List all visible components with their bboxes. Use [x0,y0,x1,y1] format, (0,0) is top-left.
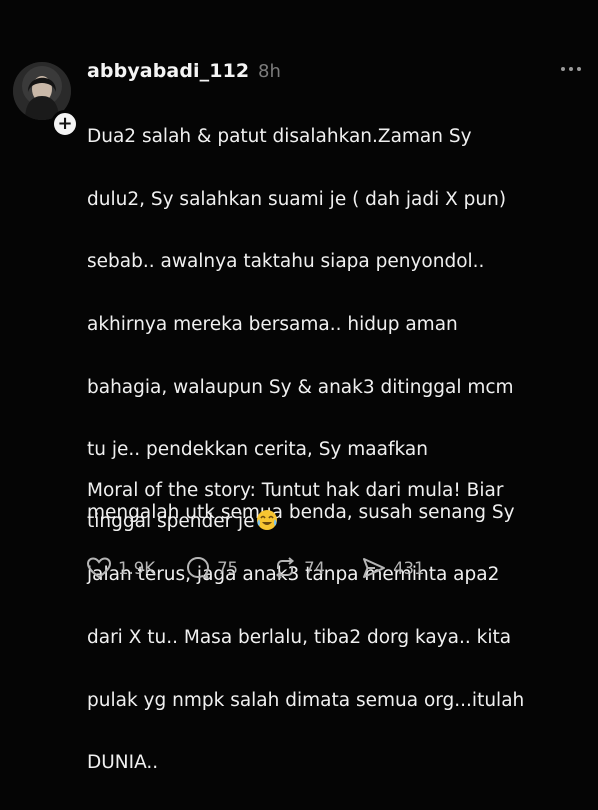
like-button[interactable]: 1.9K [86,556,155,580]
moral-line: tinggal spender je [87,511,255,533]
moral-line-with-emoji: tinggal spender je [87,506,577,537]
body-line: akhirnya mereka bersama.. hidup aman [87,314,458,336]
post-moral: Moral of the story: Tuntut hak dari mula… [87,475,577,538]
body-line: bahagia, walaupun Sy & anak3 ditinggal m… [87,376,514,398]
body-line: Dua2 salah & patut disalahkan.Zaman Sy [87,126,472,148]
share-count: 431 [393,558,425,578]
body-line: dulu2, Sy salahkan suami je ( dah jadi X… [87,188,507,210]
repost-count: 74 [304,558,326,578]
like-count: 1.9K [118,558,156,578]
crying-laughing-emoji-icon [256,509,278,531]
send-icon [363,558,386,578]
thread-post: + abbyabadi_112 8h Dua2 salah & patut di… [0,0,598,773]
more-options-icon[interactable] [559,58,583,78]
body-line: tu je.. pendekkan cerita, Sy maafkan [87,439,428,461]
body-line: dari X tu.. Masa berlalu, tiba2 dorg kay… [87,627,512,649]
plus-icon: + [57,113,73,134]
timestamp: 8h [258,61,281,82]
repost-button[interactable]: 74 [272,555,325,581]
post-body: Dua2 salah & patut disalahkan.Zaman Sy d… [87,90,577,810]
action-bar: 1.9K 75 74 431 [86,553,441,583]
body-line: sebab.. awalnya taktahu siapa penyondol.… [87,251,485,273]
share-button[interactable]: 431 [361,555,425,581]
comment-icon [187,556,210,580]
repost-icon [276,557,295,579]
body-line: pulak yg nmpk salah dimata semua org...i… [87,689,525,711]
comment-count: 75 [217,558,239,578]
moral-line: Moral of the story: Tuntut hak dari mula… [87,480,504,501]
comment-button[interactable]: 75 [185,555,238,581]
follow-badge[interactable]: + [51,110,79,138]
username[interactable]: abbyabadi_112 [87,60,249,82]
heart-icon [86,557,112,579]
body-line: DUNIA.. [87,752,159,774]
